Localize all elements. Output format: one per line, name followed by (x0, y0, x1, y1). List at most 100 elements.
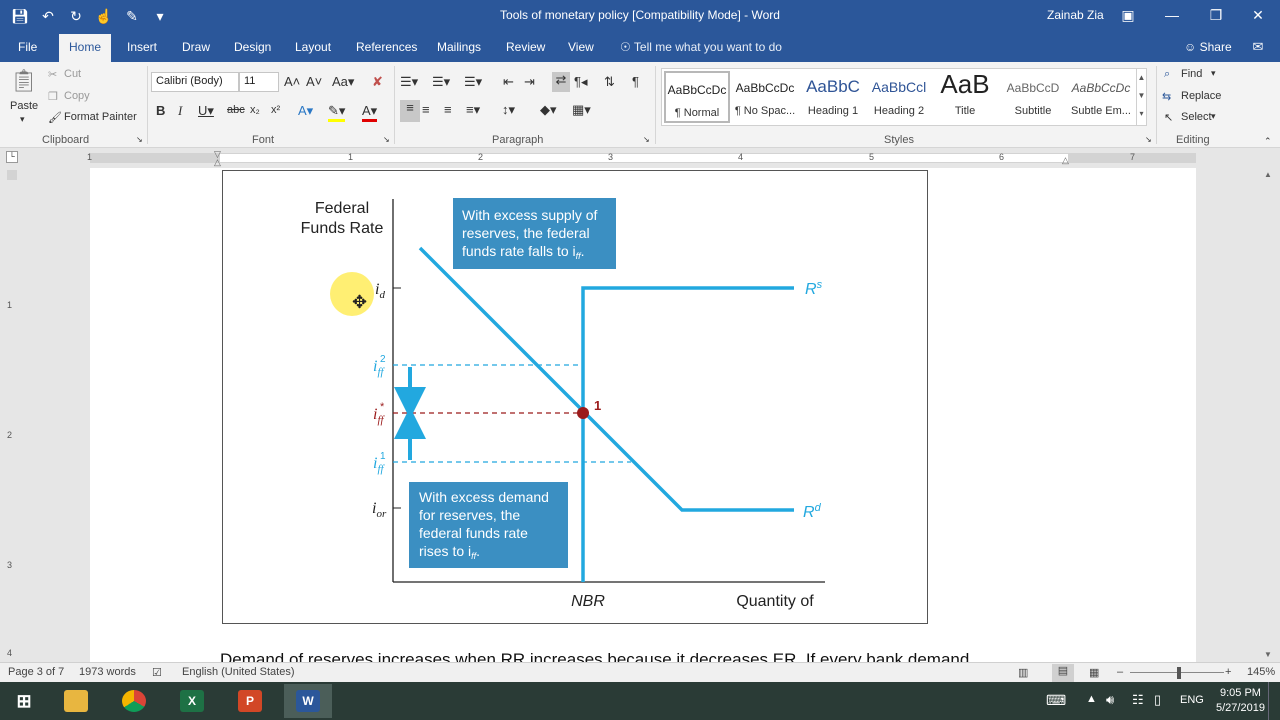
shading-icon[interactable]: ◆▾ (540, 102, 557, 118)
battery-icon[interactable]: ▯ (1154, 692, 1161, 708)
find-dropdown-icon[interactable]: ▾ (1211, 68, 1216, 79)
justify-icon[interactable]: ≡▾ (466, 102, 480, 118)
keyboard-icon[interactable]: ⌨ (1046, 692, 1066, 709)
find-button[interactable]: Find (1181, 68, 1202, 80)
right-indent-icon[interactable]: △ (1062, 155, 1069, 166)
select-cursor-icon[interactable]: ↖ (1164, 111, 1173, 124)
web-layout-icon[interactable]: ▦ (1089, 666, 1099, 679)
tab-view[interactable]: View (568, 40, 594, 54)
change-case-icon[interactable]: Aa▾ (332, 74, 354, 90)
close-button[interactable]: ✕ (1236, 0, 1280, 32)
sort-icon[interactable]: ⇅ (604, 74, 615, 90)
cut-button[interactable]: Cut (64, 68, 81, 80)
proofing-icon[interactable]: ☑ (152, 666, 162, 679)
text-effects-icon[interactable]: A▾ (298, 103, 313, 119)
ribbon-display-icon[interactable]: ▣ (1106, 0, 1150, 32)
paragraph-launcher-icon[interactable]: ↘ (643, 135, 650, 144)
decrease-indent-icon[interactable]: ⇤ (503, 74, 514, 90)
select-dropdown-icon[interactable]: ▾ (1211, 111, 1216, 122)
font-launcher-icon[interactable]: ↘ (383, 135, 390, 144)
bold-icon[interactable]: B (156, 103, 165, 118)
show-desktop-button[interactable] (1268, 682, 1278, 720)
highlight-icon[interactable]: ✎▾ (328, 103, 346, 122)
hanging-indent-icon[interactable]: △ (214, 157, 221, 168)
zoom-slider-thumb[interactable] (1177, 667, 1181, 679)
language-status[interactable]: English (United States) (182, 666, 295, 678)
tab-design[interactable]: Design (234, 40, 271, 54)
italic-icon[interactable]: I (178, 103, 182, 119)
format-painter-icon[interactable]: 🖌︎ (48, 111, 62, 124)
tab-file[interactable]: File (18, 40, 37, 54)
style-heading-1[interactable]: AaBbC Heading 1 (800, 71, 866, 123)
copy-button[interactable]: Copy (64, 90, 90, 102)
zoom-out-icon[interactable]: – (1117, 666, 1123, 678)
multilevel-list-icon[interactable]: ☰▾ (464, 74, 482, 90)
supply-demand-figure[interactable]: Federal Funds Rate id iff 2 iff * iff 1 … (222, 170, 928, 624)
font-color-icon[interactable]: A▾ (362, 103, 378, 122)
clear-formatting-icon[interactable]: ✘ (372, 74, 383, 90)
show-hidden-icon[interactable]: ▲ (1086, 693, 1097, 705)
user-name[interactable]: Zainab Zia (1047, 8, 1104, 22)
clock-date[interactable]: 5/27/2019 (1216, 702, 1265, 714)
page-count[interactable]: Page 3 of 7 (8, 666, 64, 678)
bullets-icon[interactable]: ☰▾ (400, 74, 418, 90)
line-spacing-icon[interactable]: ↕▾ (502, 102, 515, 118)
align-center-icon[interactable]: ≡ (422, 102, 430, 117)
tab-references[interactable]: References (356, 40, 417, 54)
horizontal-ruler[interactable]: └ 1 1 2 3 4 5 6 7 ▽ △ △ (0, 148, 1280, 168)
styles-launcher-icon[interactable]: ↘ (1145, 135, 1152, 144)
rtl-icon[interactable]: ¶◂ (574, 74, 588, 90)
clock-time[interactable]: 9:05 PM (1220, 687, 1261, 699)
select-button[interactable]: Select (1181, 111, 1212, 123)
tab-insert[interactable]: Insert (127, 40, 157, 54)
tab-mailings[interactable]: Mailings (437, 40, 481, 54)
input-language[interactable]: ENG (1180, 694, 1204, 706)
scroll-up-icon[interactable]: ▲ (1264, 170, 1272, 179)
minimize-button[interactable]: — (1150, 0, 1194, 32)
copy-icon[interactable]: ❐ (48, 90, 58, 103)
print-layout-icon[interactable]: ▤ (1052, 664, 1074, 682)
document-page[interactable]: Federal Funds Rate id iff 2 iff * iff 1 … (90, 168, 1196, 662)
superscript-icon[interactable]: x² (271, 104, 280, 116)
share-button[interactable]: ☺ Share (1184, 40, 1232, 54)
vertical-scrollbar[interactable]: ▲ ▼ (1258, 168, 1280, 662)
underline-icon[interactable]: U▾ (198, 103, 214, 119)
format-painter-button[interactable]: Format Painter (64, 111, 137, 123)
style-title[interactable]: AaB Title (932, 69, 998, 123)
vertical-ruler[interactable]: 1 2 3 4 (0, 168, 22, 662)
tab-layout[interactable]: Layout (295, 40, 331, 54)
tab-home[interactable]: Home (59, 34, 112, 62)
word-count[interactable]: 1973 words (79, 666, 136, 678)
style-heading-2[interactable]: AaBbCcl Heading 2 (866, 71, 932, 123)
network-icon[interactable]: ☷ (1132, 692, 1144, 708)
find-icon[interactable]: ⌕ (1164, 68, 1170, 81)
increase-indent-icon[interactable]: ⇥ (524, 74, 535, 90)
tab-draw[interactable]: Draw (182, 40, 210, 54)
collapse-ribbon-icon[interactable]: ⌃ (1264, 136, 1272, 147)
tab-selector-icon[interactable]: └ (6, 151, 18, 163)
font-name-box[interactable]: Calibri (Body) (151, 72, 239, 92)
zoom-level[interactable]: 145% (1247, 666, 1275, 678)
taskbar-file-explorer[interactable] (52, 684, 100, 718)
taskbar-excel[interactable]: X (168, 684, 216, 718)
taskbar-word[interactable]: W (284, 684, 332, 718)
scroll-down-icon[interactable]: ▼ (1264, 650, 1272, 659)
subscript-icon[interactable]: x₂ (250, 104, 260, 116)
zoom-in-icon[interactable]: + (1225, 666, 1231, 678)
style-subtle-emphasis[interactable]: AaBbCcDc Subtle Em... (1068, 71, 1134, 123)
style-no-spacing[interactable]: AaBbCcDc ¶ No Spac... (732, 71, 798, 123)
comments-icon[interactable]: ✉ (1246, 36, 1270, 60)
volume-icon[interactable]: 🔊︎ (1106, 692, 1114, 708)
tab-review[interactable]: Review (506, 40, 545, 54)
text-direction-icon[interactable]: ⇄ (552, 72, 570, 92)
grow-font-icon[interactable]: A˄ (284, 74, 300, 89)
start-button[interactable]: ⊞ (0, 684, 48, 718)
align-right-icon[interactable]: ≡ (444, 102, 452, 117)
replace-button[interactable]: Replace (1181, 90, 1221, 102)
font-size-box[interactable]: 11 (239, 72, 279, 92)
body-paragraph[interactable]: Demand of reserves increases when RR inc… (220, 650, 969, 662)
strikethrough-icon[interactable]: abc (227, 104, 245, 116)
taskbar-powerpoint[interactable]: P (226, 684, 274, 718)
borders-icon[interactable]: ▦▾ (572, 102, 591, 118)
paste-dropdown-icon[interactable]: ▾ (20, 114, 25, 125)
